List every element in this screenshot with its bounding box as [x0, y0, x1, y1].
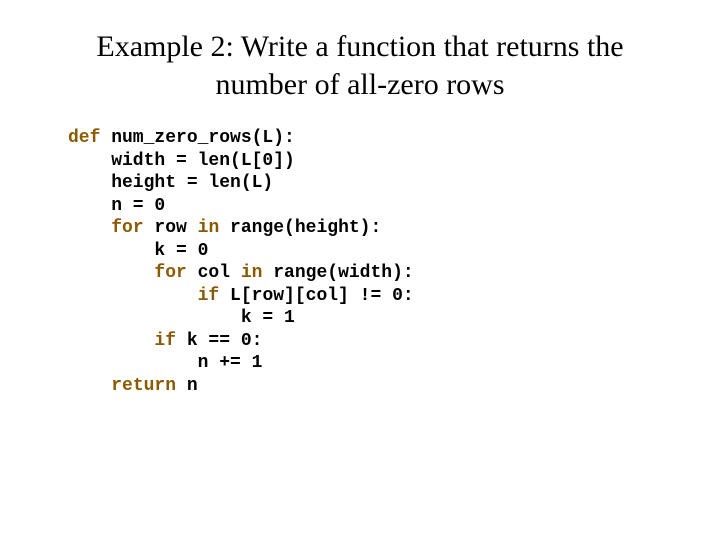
keyword-for: for: [111, 218, 143, 238]
code-line-3: height = len(L): [68, 173, 273, 193]
keyword-return: return: [111, 376, 176, 396]
code-line-2: width = len(L[0]): [68, 151, 295, 171]
code-line-7: for col in range(width):: [68, 263, 414, 283]
keyword-in: in: [198, 218, 220, 238]
keyword-def: def: [68, 128, 100, 148]
keyword-if: if: [198, 286, 220, 306]
code-line-4: n = 0: [68, 196, 165, 216]
code-line-8: if L[row][col] != 0:: [68, 286, 414, 306]
title-line-2: number of all-zero rows: [215, 68, 504, 101]
code-block: def num_zero_rows(L): width = len(L[0]) …: [68, 127, 660, 397]
code-line-1: def num_zero_rows(L):: [68, 128, 295, 148]
code-line-11: n += 1: [68, 353, 262, 373]
keyword-in: in: [241, 263, 263, 283]
title-line-1: Example 2: Write a function that returns…: [96, 30, 623, 63]
code-line-6: k = 0: [68, 241, 208, 261]
code-line-10: if k == 0:: [68, 331, 262, 351]
code-line-12: return n: [68, 376, 198, 396]
slide-title: Example 2: Write a function that returns…: [60, 28, 660, 103]
code-line-9: k = 1: [68, 308, 295, 328]
keyword-if: if: [154, 331, 176, 351]
code-line-5: for row in range(height):: [68, 218, 381, 238]
keyword-for: for: [154, 263, 186, 283]
